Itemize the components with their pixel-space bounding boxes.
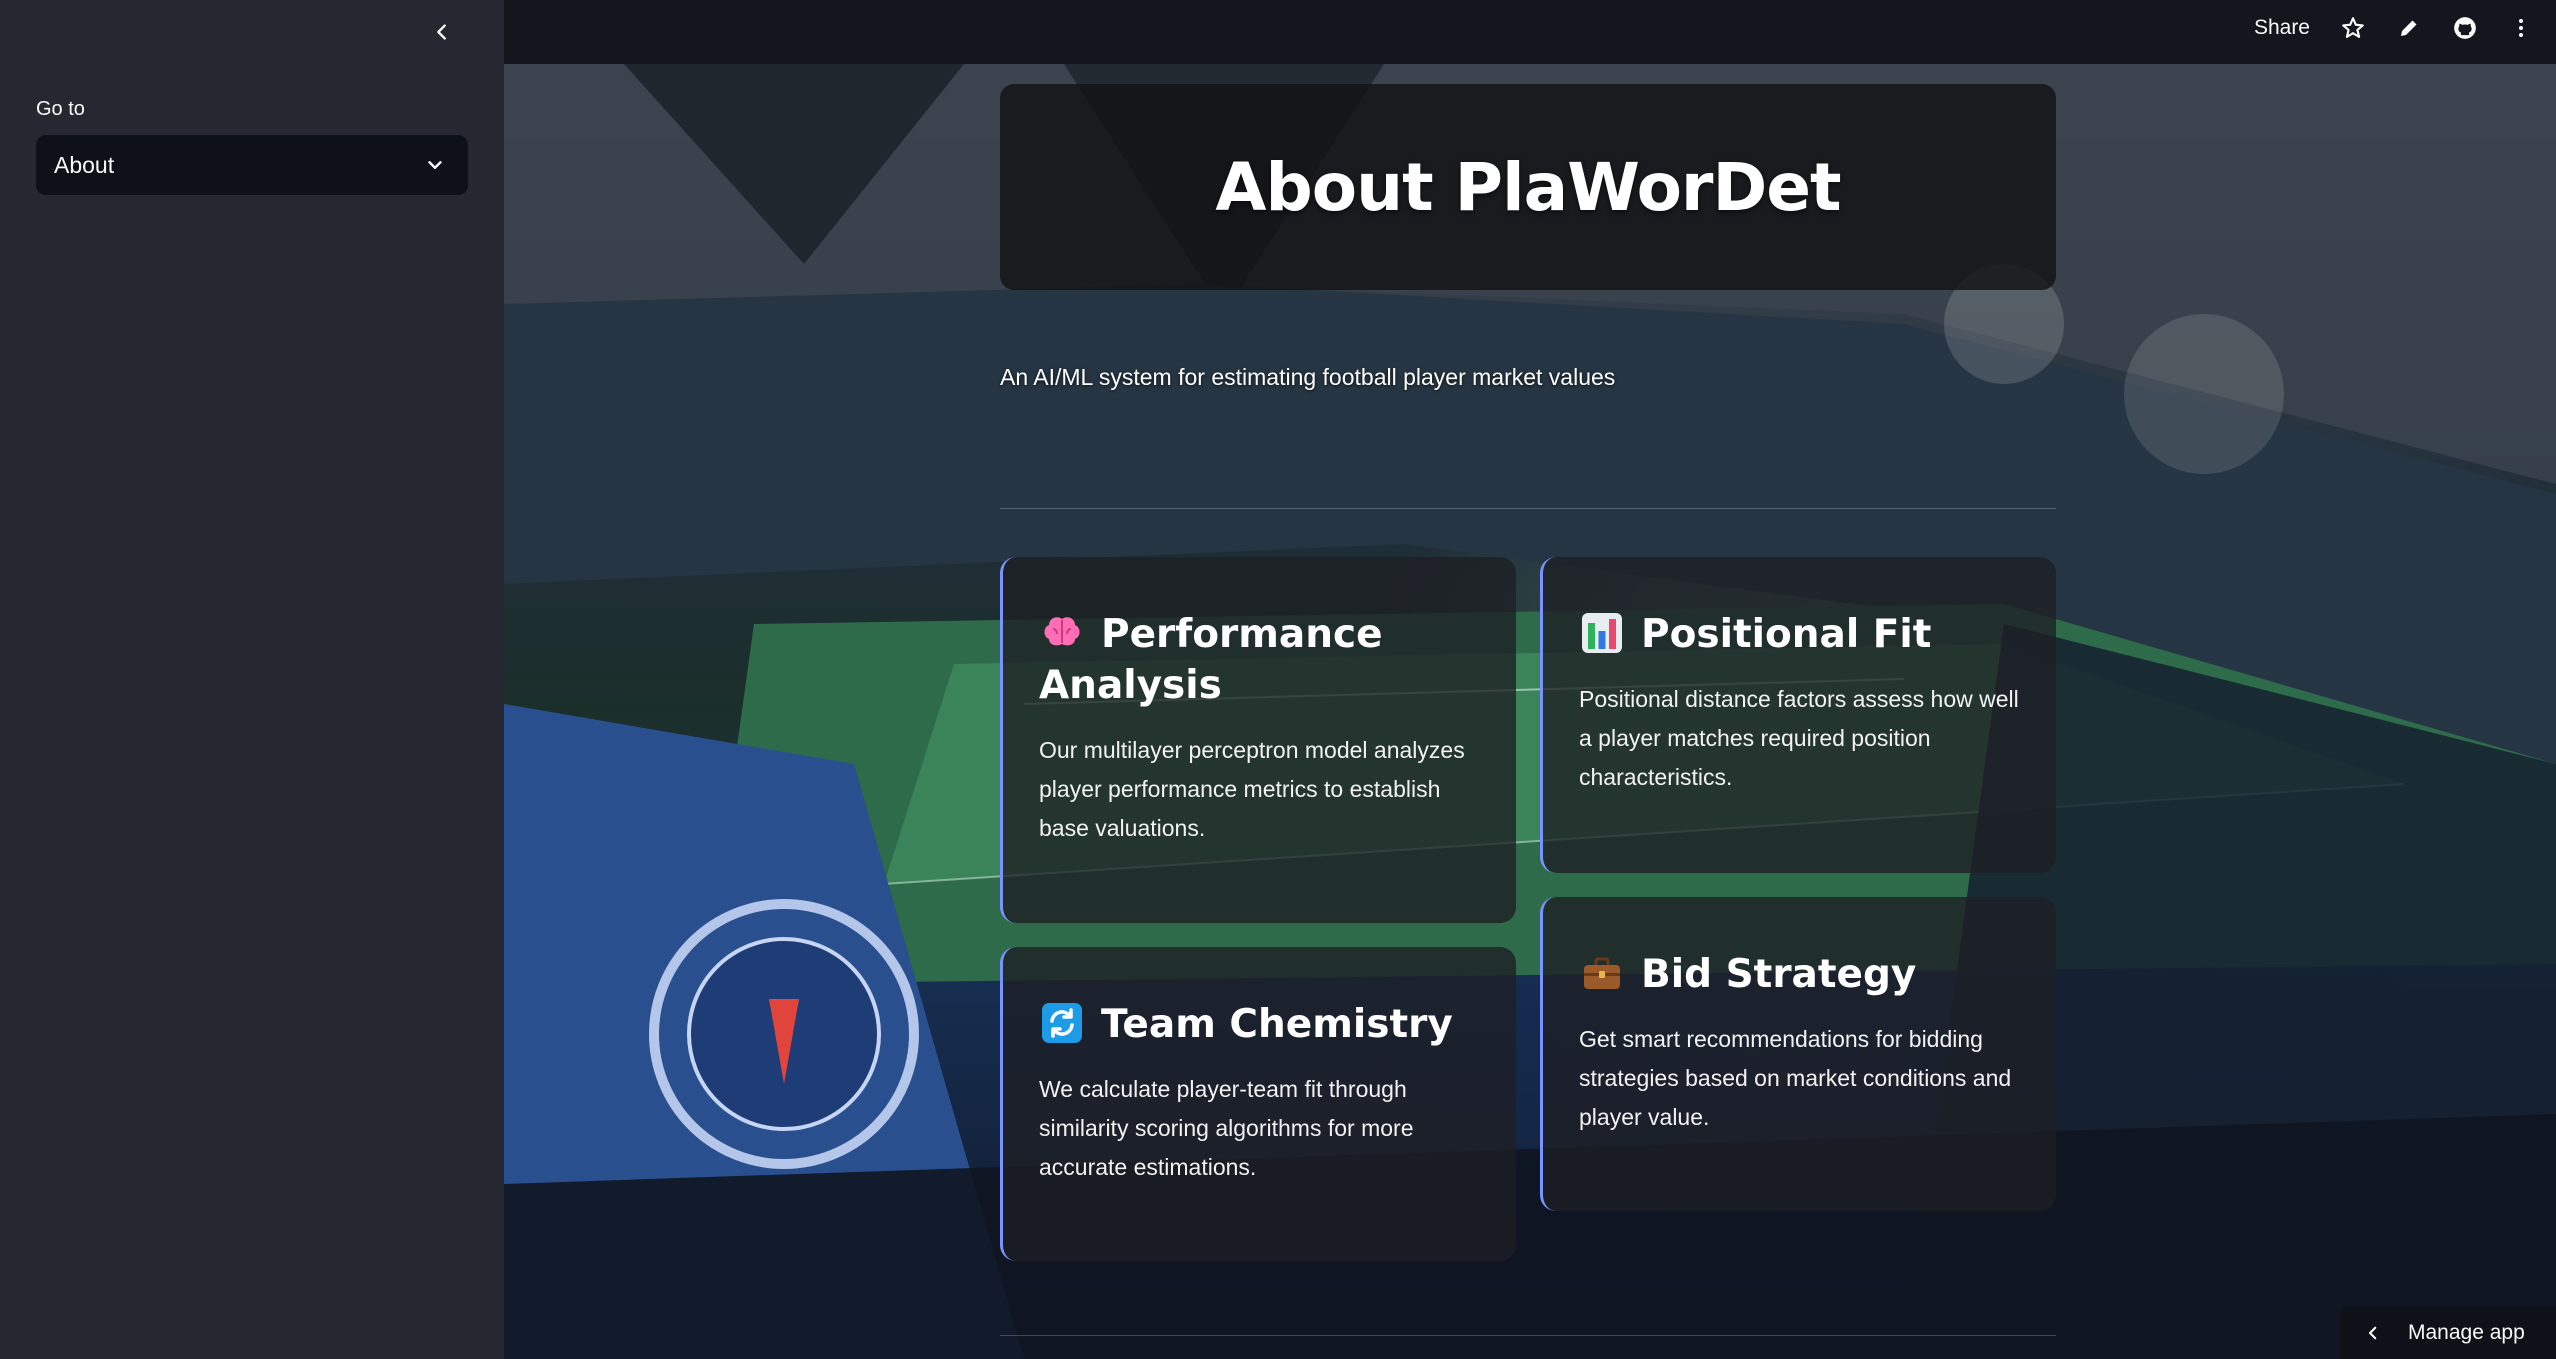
page-subtitle: An AI/ML system for estimating football … — [1000, 364, 1616, 390]
brain-icon — [1039, 609, 1085, 655]
github-icon[interactable] — [2452, 15, 2478, 41]
share-button[interactable]: Share — [2254, 16, 2310, 40]
feature-card-bid-strategy: Bid Strategy Get smart recommendations f… — [1540, 897, 2056, 1211]
refresh-icon — [1039, 1000, 1085, 1046]
divider — [1000, 1335, 2056, 1336]
bar-chart-icon — [1579, 610, 1625, 656]
page-title: About PlaWorDet — [1215, 148, 1841, 226]
nav-label: Go to — [36, 98, 85, 120]
card-title: Team Chemistry — [1039, 999, 1482, 1050]
title-container: About PlaWorDet — [1000, 84, 2056, 290]
card-description: Our multilayer perceptron model analyzes… — [1039, 737, 1465, 841]
header-actions: Share — [2254, 0, 2534, 56]
card-description: Get smart recommendations for bidding st… — [1579, 1026, 2012, 1130]
manage-app-label: Manage app — [2408, 1321, 2525, 1344]
feature-card-team-chemistry: Team Chemistry We calculate player-team … — [1000, 947, 1516, 1261]
pencil-icon[interactable] — [2396, 15, 2422, 41]
page-select-value: About — [54, 151, 115, 178]
top-header: Share — [504, 0, 2556, 64]
card-title: Positional Fit — [1579, 609, 2022, 660]
divider — [1000, 508, 2056, 509]
sidebar: Go to About — [0, 0, 504, 1359]
chevron-down-icon — [428, 161, 442, 169]
card-description: Positional distance factors assess how w… — [1579, 686, 2019, 790]
chevron-left-icon — [437, 24, 446, 40]
more-vertical-icon[interactable] — [2508, 15, 2534, 41]
chevron-left-icon — [2368, 1326, 2377, 1340]
feature-card-performance-analysis: Performance Analysis Our multilayer perc… — [1000, 557, 1516, 923]
feature-card-positional-fit: Positional Fit Positional distance facto… — [1540, 557, 2056, 873]
card-description: We calculate player-team fit through sim… — [1039, 1076, 1414, 1180]
page-select[interactable]: About — [36, 135, 468, 195]
briefcase-icon — [1579, 950, 1625, 996]
card-title: Performance Analysis — [1039, 609, 1482, 711]
star-icon[interactable] — [2340, 15, 2366, 41]
card-title: Bid Strategy — [1579, 949, 2022, 1000]
collapse-sidebar-button[interactable] — [424, 14, 460, 50]
manage-app-button[interactable]: Manage app — [2340, 1307, 2556, 1359]
